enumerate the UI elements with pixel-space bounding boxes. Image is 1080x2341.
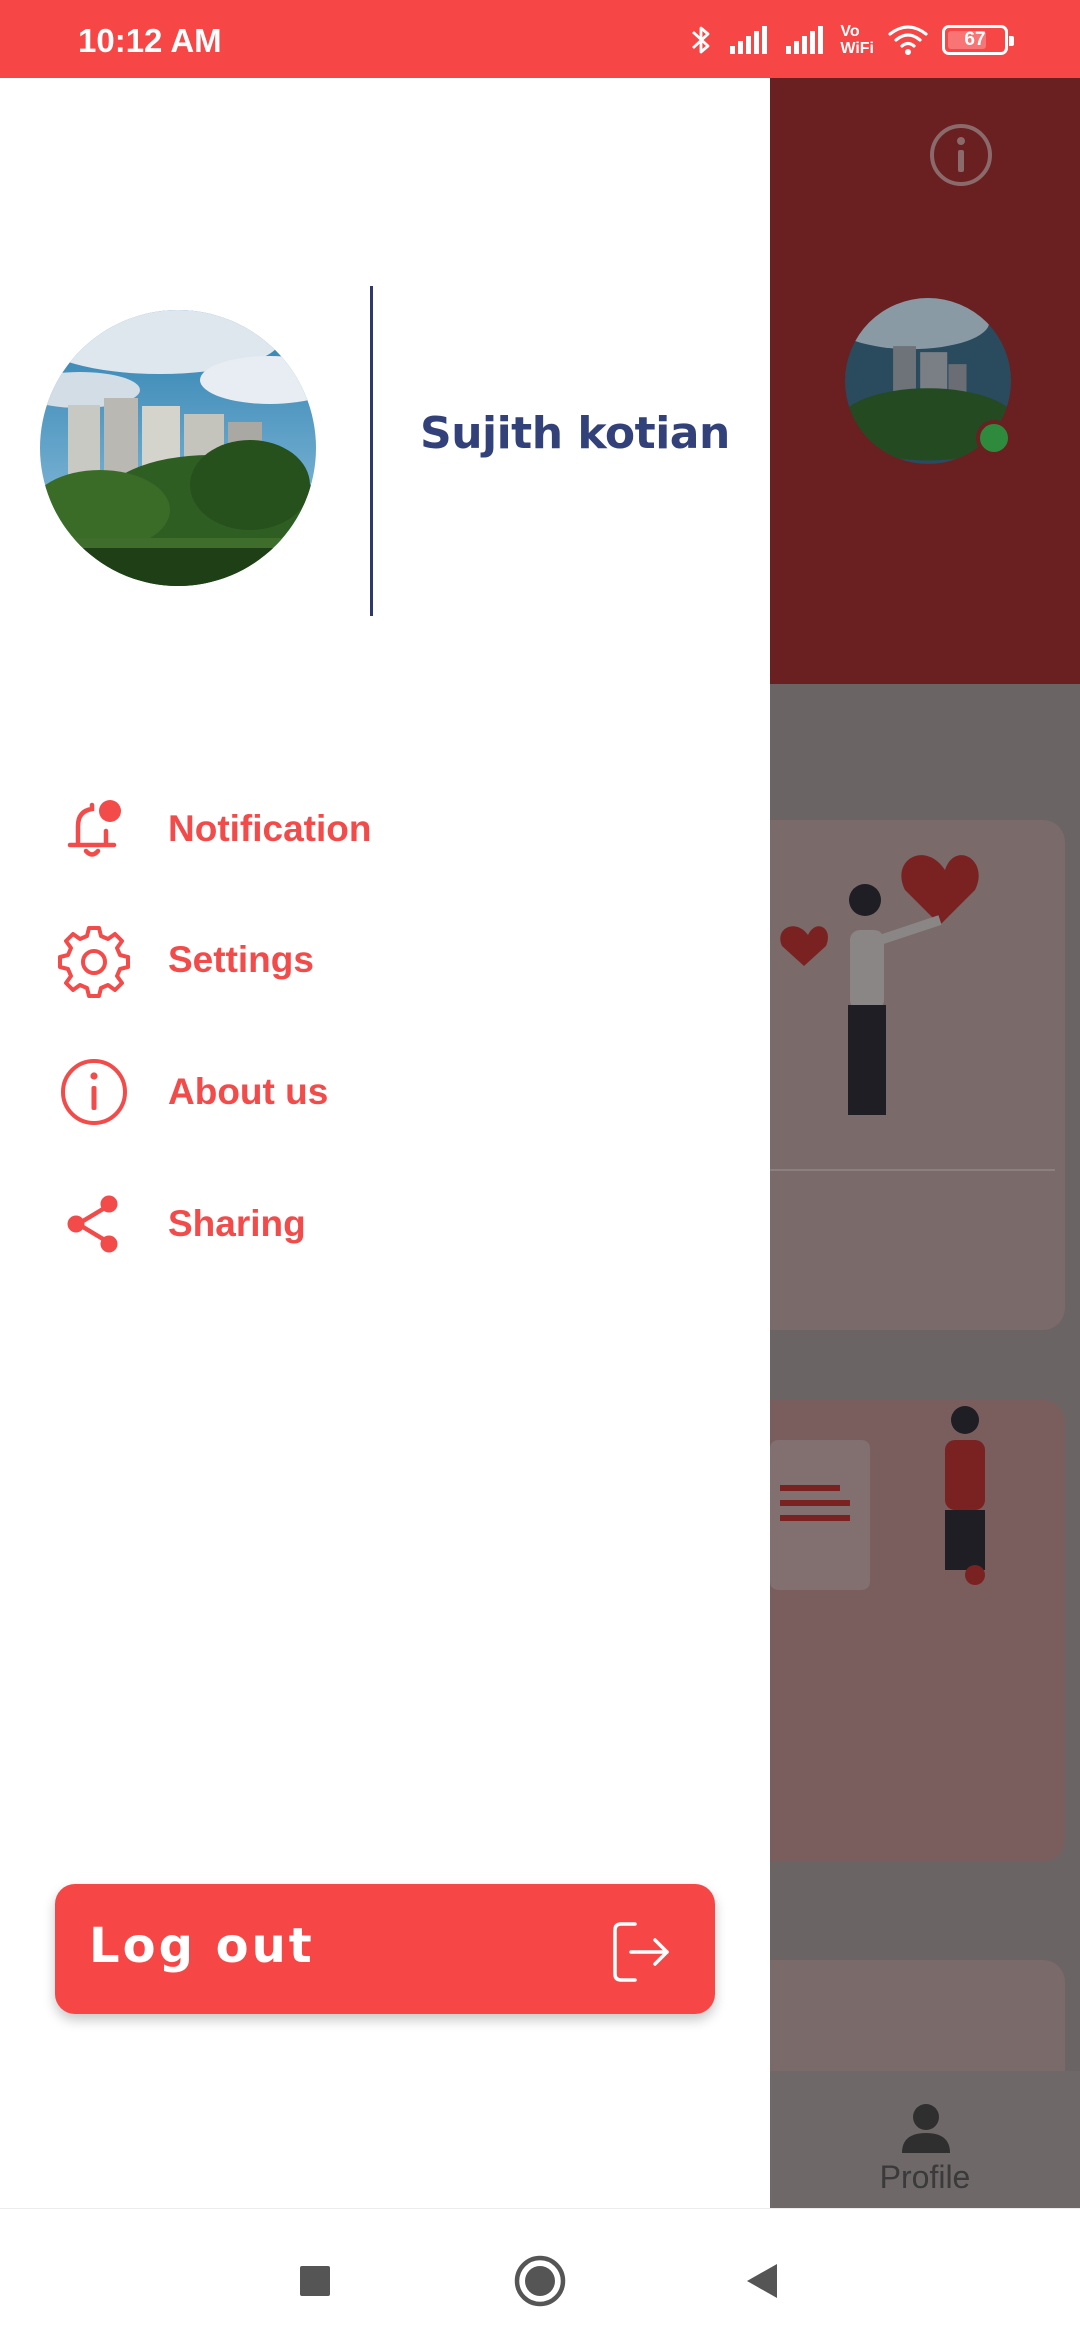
home-button[interactable] [510, 2251, 570, 2311]
share-icon [56, 1186, 132, 1262]
menu-item-settings[interactable]: Settings [56, 920, 314, 1000]
background-header [770, 78, 1080, 684]
logout-label: Log out [89, 1918, 315, 1974]
signal-icon [786, 26, 824, 54]
menu-item-notification[interactable]: Notification [56, 789, 371, 869]
vowifi-icon: Vo WiFi [840, 23, 874, 57]
background-card [770, 820, 1065, 1330]
menu-label-notification: Notification [168, 808, 372, 849]
signal-icon [730, 26, 768, 54]
wifi-icon [888, 25, 928, 55]
menu-label-settings: Settings [168, 939, 314, 980]
status-icons: Vo WiFi 67 [688, 18, 1014, 62]
settings-gear-icon [56, 922, 132, 998]
profile-divider [370, 286, 373, 616]
status-time: 10:12 AM [78, 22, 222, 59]
back-icon [747, 2264, 777, 2298]
illustration-heart-balloon [770, 855, 1055, 1171]
logout-icon [609, 1920, 673, 1989]
menu-label-about-us: About us [168, 1071, 329, 1112]
menu-item-sharing[interactable]: Sharing [56, 1184, 306, 1264]
background-content: Profile [770, 78, 1080, 2208]
user-avatar[interactable] [40, 310, 316, 586]
user-name: Sujith kotian [420, 408, 730, 459]
back-button[interactable] [733, 2251, 793, 2311]
status-bar: 10:12 AM Vo WiFi 67 [0, 0, 1080, 78]
home-icon [514, 2255, 566, 2307]
battery-icon: 67 [942, 25, 1014, 55]
bluetooth-icon [692, 26, 710, 54]
vowifi-label-bottom: WiFi [840, 40, 874, 57]
background-card [770, 1400, 1065, 1862]
vowifi-label-top: Vo [840, 23, 860, 40]
tab-profile[interactable]: Profile [770, 2159, 1080, 2196]
system-nav-bar [0, 2208, 1080, 2341]
logout-button[interactable]: Log out [55, 1884, 715, 2014]
notification-bell-icon [56, 791, 132, 867]
recent-apps-button[interactable] [285, 2251, 345, 2311]
profile-icon [878, 2099, 974, 2160]
menu-label-sharing: Sharing [168, 1203, 306, 1244]
info-icon [56, 1054, 132, 1130]
battery-level: 67 [964, 29, 986, 50]
bottom-tab-bar: Profile [770, 2071, 1080, 2208]
menu-item-about-us[interactable]: About us [56, 1052, 328, 1132]
recent-apps-icon [300, 2266, 330, 2296]
illustration-list-person [770, 1406, 985, 1590]
online-status-dot [976, 420, 1012, 456]
info-icon [930, 124, 992, 186]
navigation-drawer: Sujith kotian Notification Settings Abou… [0, 78, 770, 2208]
